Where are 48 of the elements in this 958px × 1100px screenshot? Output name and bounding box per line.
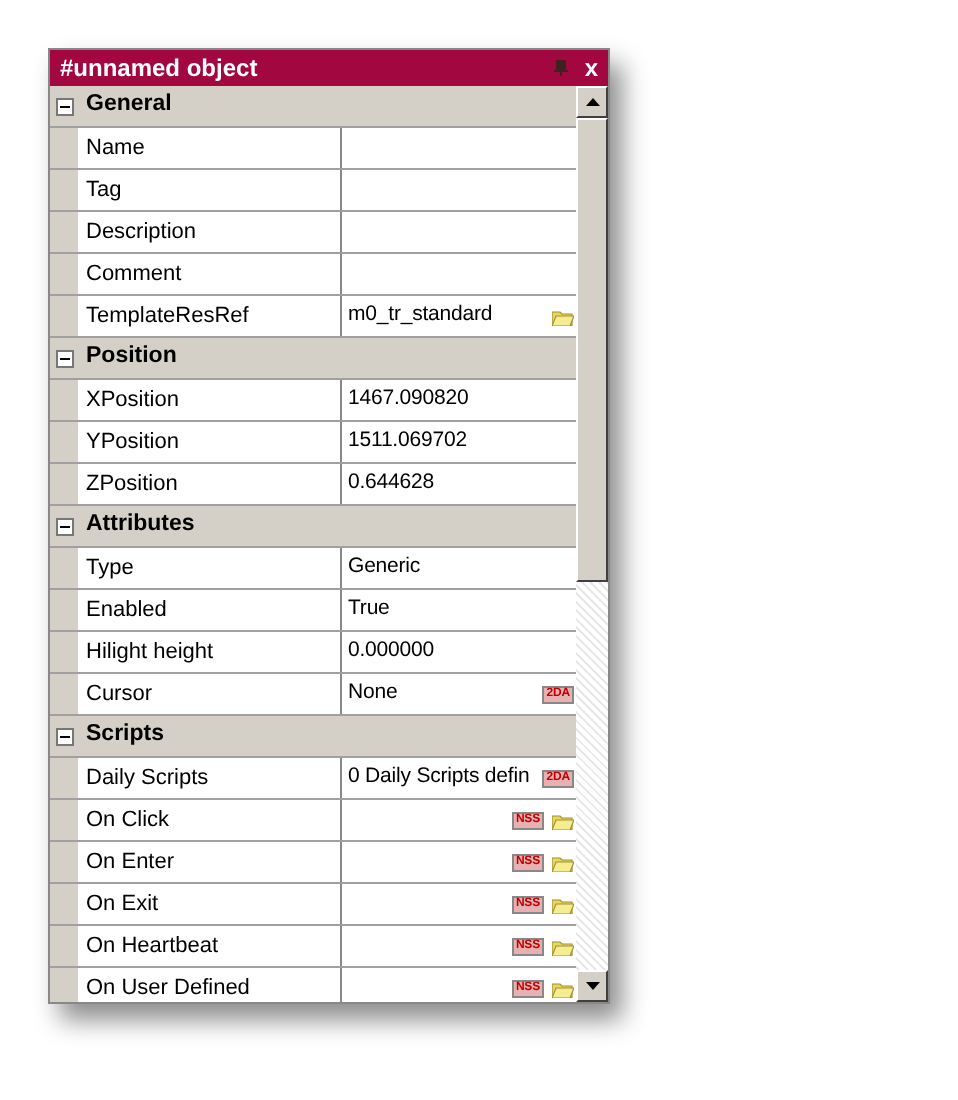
window-title: #unnamed object (60, 52, 258, 86)
property-value-field[interactable]: Generic (342, 548, 576, 588)
up-arrow-icon (585, 98, 599, 106)
property-value-field[interactable]: m0_tr_standard (342, 296, 576, 336)
scroll-up-button[interactable] (576, 86, 608, 118)
scrollbar[interactable] (576, 86, 608, 1002)
scroll-down-button[interactable] (576, 970, 608, 1002)
folder-icon[interactable] (552, 307, 574, 325)
folder-icon[interactable] (552, 811, 574, 829)
folder-icon[interactable] (552, 937, 574, 955)
property-value-field[interactable] (342, 170, 576, 210)
folder-icon[interactable] (552, 853, 574, 871)
property-name: TemplateResRef (78, 296, 342, 336)
property-name: Daily Scripts (78, 758, 342, 798)
property-name: On Click (78, 800, 342, 840)
folder-icon[interactable] (552, 979, 574, 997)
property-name: On Exit (78, 884, 342, 924)
property-value-field[interactable] (342, 212, 576, 252)
property-name: YPosition (78, 422, 342, 462)
property-name: Type (78, 548, 342, 588)
pin-icon[interactable] (554, 60, 569, 76)
property-name: On User Defined (78, 968, 342, 1002)
property-name: On Heartbeat (78, 926, 342, 966)
collapse-toggle[interactable] (55, 727, 73, 745)
property-value-field[interactable]: 0.000000 (342, 632, 576, 672)
property-value-field[interactable]: 1511.069702 (342, 422, 576, 462)
property-name: Enabled (78, 590, 342, 630)
collapse-toggle[interactable] (55, 517, 73, 535)
property-name: Comment (78, 254, 342, 294)
down-arrow-icon (585, 982, 599, 990)
property-name: XPosition (78, 380, 342, 420)
close-button[interactable]: x (584, 50, 598, 86)
scroll-thumb[interactable] (576, 118, 608, 582)
property-name: Cursor (78, 674, 342, 714)
property-value-field[interactable] (342, 128, 576, 168)
property-value-field[interactable] (342, 254, 576, 294)
property-value-field[interactable]: 1467.090820 (342, 380, 576, 420)
property-name: Hilight height (78, 632, 342, 672)
property-name: Tag (78, 170, 342, 210)
collapse-toggle[interactable] (55, 349, 73, 367)
property-value-field[interactable]: True (342, 590, 576, 630)
property-name: Name (78, 128, 342, 168)
folder-icon[interactable] (552, 895, 574, 913)
collapse-toggle[interactable] (55, 97, 73, 115)
property-name: Description (78, 212, 342, 252)
property-name: On Enter (78, 842, 342, 882)
property-value-field[interactable]: 0.644628 (342, 464, 576, 504)
property-name: ZPosition (78, 464, 342, 504)
